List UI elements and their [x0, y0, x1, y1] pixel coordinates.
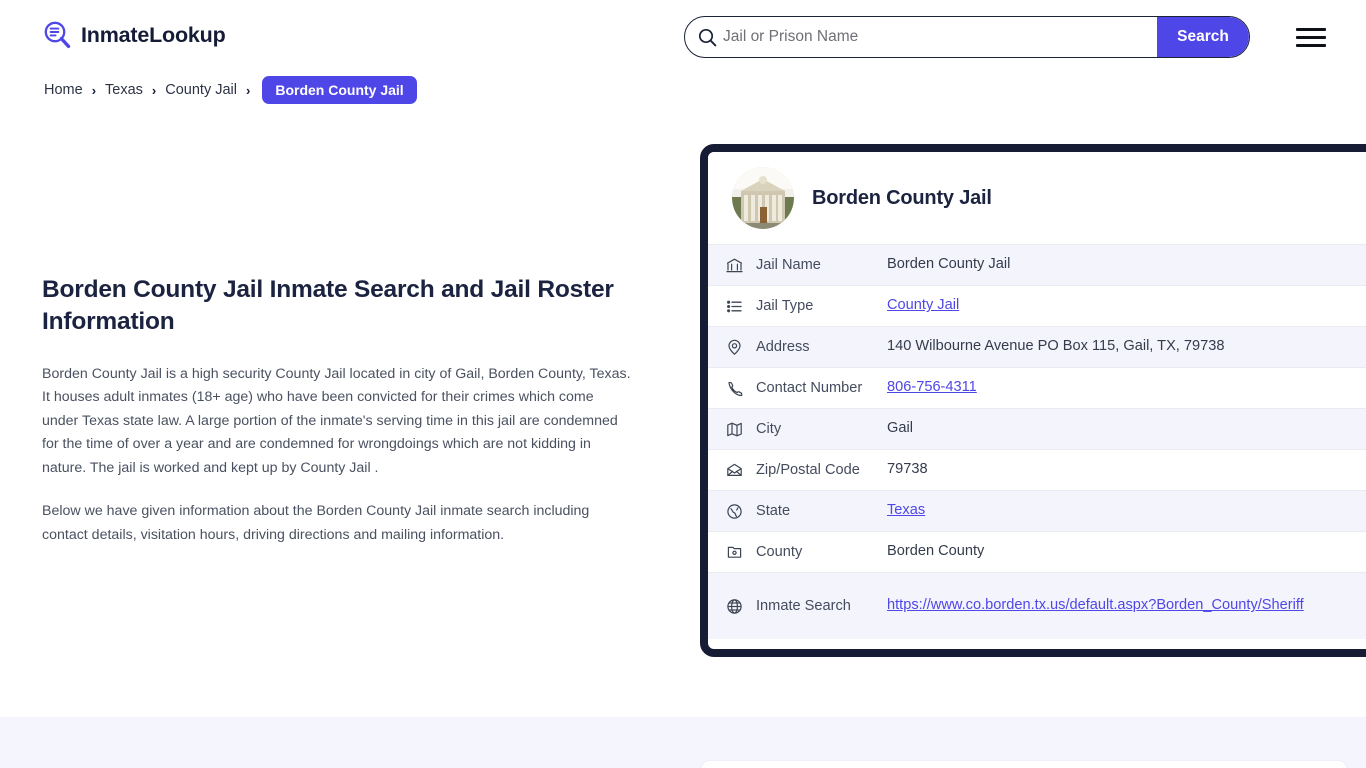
- hamburger-bar: [1296, 27, 1326, 31]
- list-icon: [726, 298, 756, 315]
- row-label: City: [756, 421, 782, 437]
- table-row: Inmate Search https://www.co.borden.tx.u…: [708, 572, 1366, 639]
- hamburger-bar: [1296, 35, 1326, 39]
- state-link[interactable]: Texas: [887, 502, 925, 518]
- table-row: Jail Type County Jail: [708, 285, 1366, 326]
- table-row: State Texas: [708, 490, 1366, 531]
- chevron-right-icon: ›: [151, 82, 157, 98]
- row-label: Jail Type: [756, 298, 814, 314]
- row-value: https://www.co.borden.tx.us/default.aspx…: [887, 594, 1318, 618]
- courthouse-building-photo: [732, 167, 794, 229]
- search-icon: [685, 28, 723, 47]
- row-label: Contact Number: [756, 380, 863, 396]
- chevron-right-icon: ›: [91, 82, 97, 98]
- inmate-search-link[interactable]: https://www.co.borden.tx.us/default.aspx…: [887, 597, 1304, 613]
- row-value: Borden County Jail: [887, 256, 1011, 273]
- breadcrumb-item-county-jail[interactable]: County Jail: [163, 82, 239, 98]
- map-icon: [726, 421, 756, 438]
- table-row: Jail Name Borden County Jail: [708, 244, 1366, 285]
- envelope-icon: [726, 462, 756, 479]
- row-value: 140 Wilbourne Avenue PO Box 115, Gail, T…: [887, 338, 1225, 355]
- breadcrumb-item-home[interactable]: Home: [42, 82, 85, 98]
- row-label: State: [756, 503, 791, 519]
- page-title: Borden County Jail Inmate Search and Jai…: [42, 276, 614, 336]
- row-label: Address: [756, 339, 810, 355]
- intro-paragraph: Borden County Jail is a high security Co…: [42, 365, 631, 476]
- row-label: Zip/Postal Code: [756, 462, 860, 478]
- breadcrumb-item-texas[interactable]: Texas: [103, 82, 145, 98]
- hamburger-menu-icon[interactable]: [1296, 24, 1328, 50]
- row-value: 79738: [887, 461, 928, 478]
- table-row: Address 140 Wilbourne Avenue PO Box 115,…: [708, 326, 1366, 367]
- county-shape-icon: [726, 544, 756, 561]
- breadcrumb-item-current: Borden County Jail: [262, 76, 417, 104]
- jail-type-link[interactable]: County Jail: [887, 297, 959, 313]
- jail-info-card-header: Borden County Jail: [708, 152, 1366, 244]
- table-row: County Borden County: [708, 531, 1366, 572]
- map-pin-icon: [726, 339, 756, 356]
- main-content: Borden County Jail Inmate Search and Jai…: [42, 274, 632, 568]
- chevron-right-icon: ›: [246, 82, 251, 98]
- contact-number-link[interactable]: 806-756-4311: [887, 379, 977, 395]
- secondary-paragraph: Below we have given information about th…: [42, 503, 590, 544]
- jail-details-table: Jail Name Borden County Jail Jail Type C…: [708, 244, 1366, 639]
- brand-logo-link[interactable]: InmateLookup: [42, 20, 226, 50]
- table-row: Contact Number 806-756-4311: [708, 367, 1366, 408]
- site-header: InmateLookup Search: [0, 0, 1366, 74]
- globe-grid-icon: [726, 598, 756, 615]
- bottom-section-card: [700, 760, 1348, 768]
- row-label: Inmate Search: [756, 598, 851, 614]
- search-list-logo-icon: [42, 20, 72, 50]
- breadcrumb: Home › Texas › County Jail › Borden Coun…: [42, 76, 417, 104]
- search-button[interactable]: Search: [1157, 17, 1249, 57]
- globe-icon: [726, 503, 756, 520]
- brand-name: InmateLookup: [81, 22, 226, 47]
- row-value: Borden County: [887, 543, 985, 560]
- jail-card-title: Borden County Jail: [812, 186, 992, 209]
- table-row: Zip/Postal Code 79738: [708, 449, 1366, 490]
- hamburger-bar: [1296, 43, 1326, 47]
- row-label: Jail Name: [756, 257, 821, 273]
- phone-icon: [726, 380, 756, 397]
- row-value: Texas: [887, 499, 939, 523]
- bank-building-icon: [726, 257, 756, 274]
- row-value: County Jail: [887, 294, 973, 318]
- row-label: County: [756, 544, 803, 560]
- row-value: Gail: [887, 420, 913, 437]
- jail-info-card: Borden County Jail Jail Name Borden Coun…: [700, 144, 1366, 657]
- row-value: 806-756-4311: [887, 376, 991, 400]
- table-row: City Gail: [708, 408, 1366, 449]
- search-input[interactable]: [723, 17, 1157, 57]
- search-bar: Search: [684, 16, 1250, 58]
